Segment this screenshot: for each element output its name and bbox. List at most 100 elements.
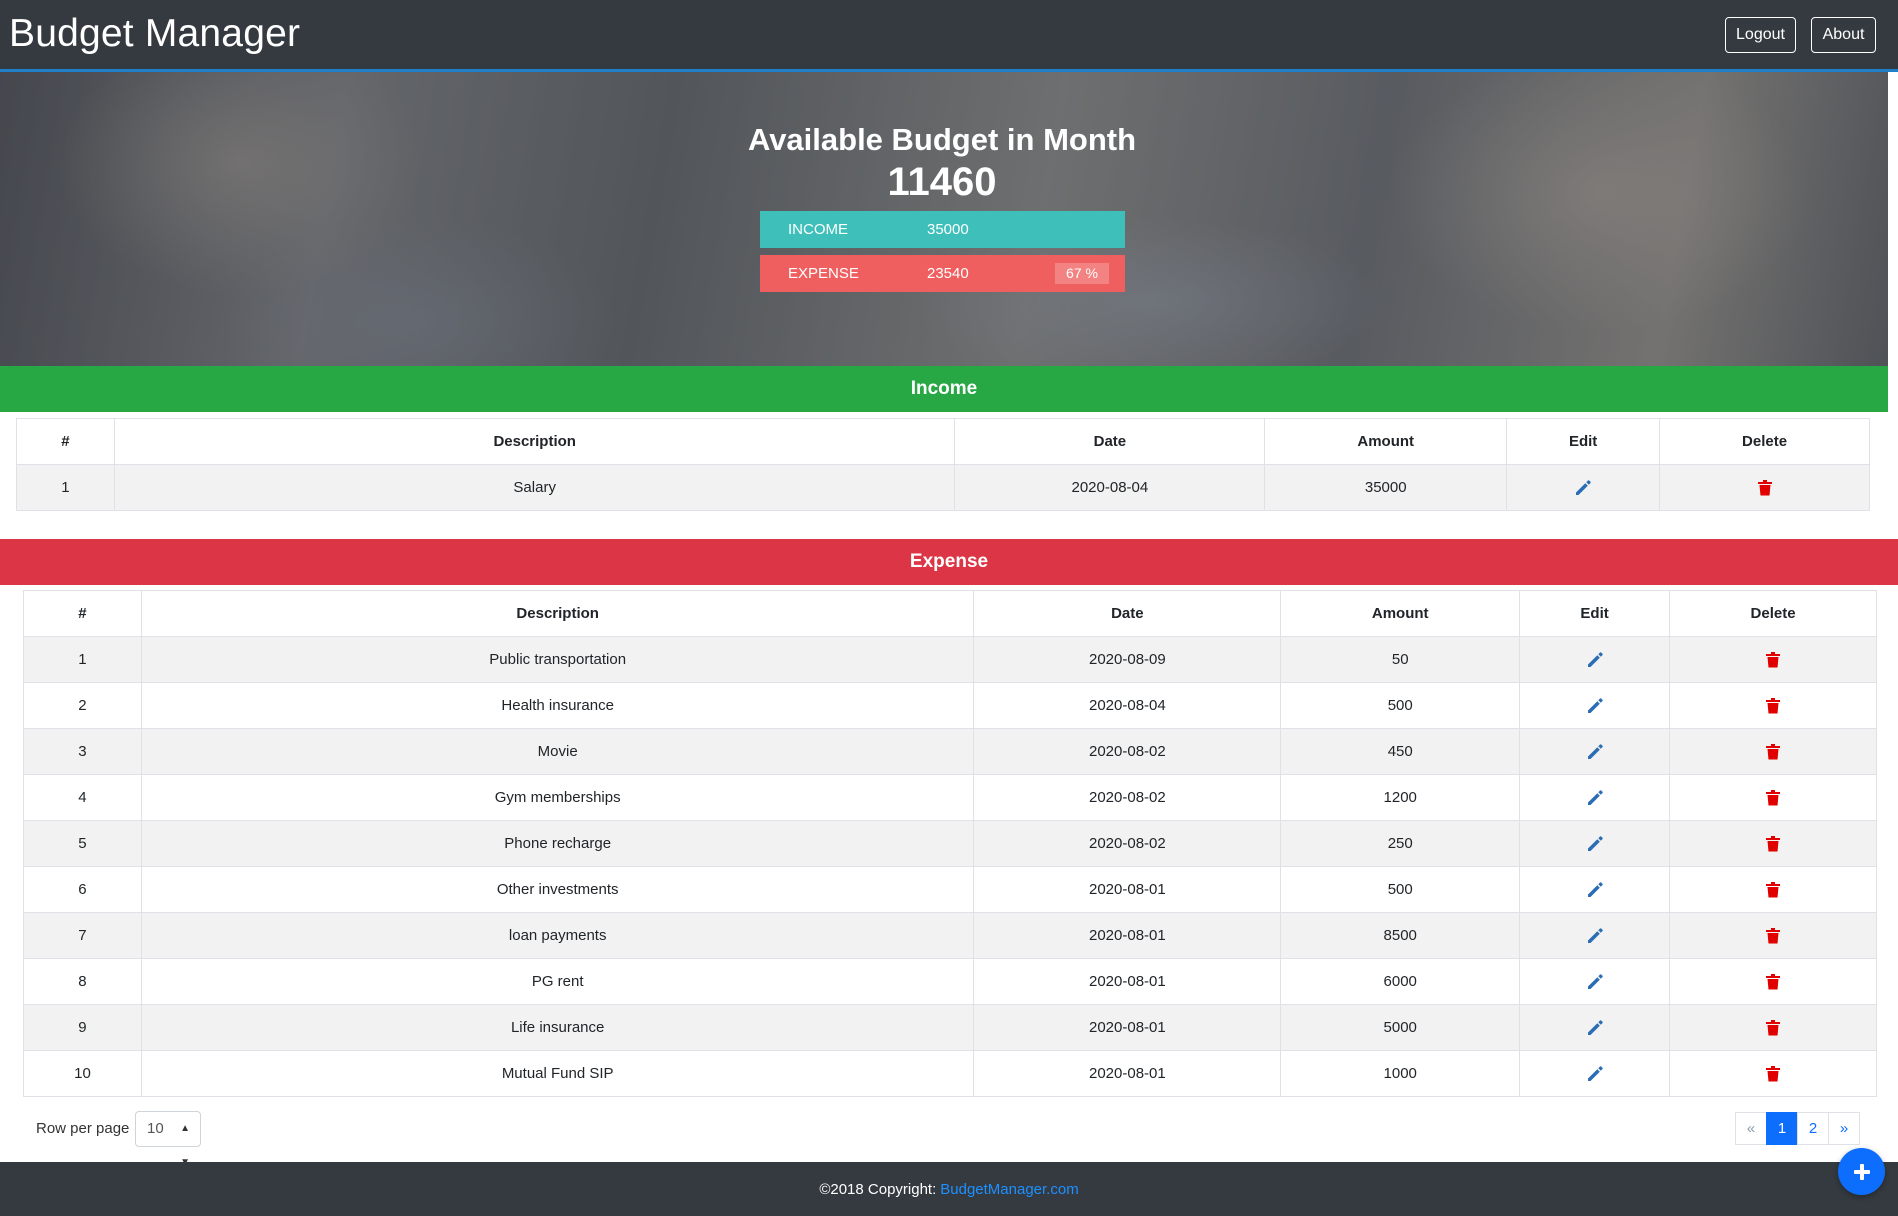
column-header-delete: Delete xyxy=(1669,590,1877,637)
expense-percent-badge: 67 % xyxy=(1055,263,1109,284)
add-entry-button[interactable] xyxy=(1838,1148,1885,1195)
delete-button[interactable] xyxy=(1766,835,1781,852)
pagination-page-1[interactable]: 1 xyxy=(1766,1112,1798,1145)
row-delete-cell xyxy=(1669,774,1877,821)
income-table: # Description Date Amount Edit Delete 1S… xyxy=(16,418,1870,511)
column-header-edit: Edit xyxy=(1519,590,1671,637)
table-row: 4 Gym memberships 2020-08-02 1200 xyxy=(23,774,1877,821)
logout-button[interactable]: Logout xyxy=(1725,17,1796,53)
delete-button[interactable] xyxy=(1766,973,1781,990)
edit-button[interactable] xyxy=(1585,742,1605,762)
column-header-description: Description xyxy=(140,590,975,637)
table-row: 1 Salary 2020-08-04 35000 xyxy=(16,464,1870,511)
row-number: 2 xyxy=(23,682,142,729)
edit-button[interactable] xyxy=(1585,696,1605,716)
row-delete-cell xyxy=(1669,820,1877,867)
row-edit-cell xyxy=(1519,866,1671,913)
pencil-icon xyxy=(1585,880,1605,897)
delete-button[interactable] xyxy=(1766,927,1781,944)
edit-button[interactable] xyxy=(1585,834,1605,854)
rows-per-page-select[interactable]: 10 ▲▼ xyxy=(135,1111,201,1168)
row-number: 6 xyxy=(23,866,142,913)
edit-button[interactable] xyxy=(1585,1064,1605,1084)
row-edit-cell xyxy=(1519,958,1671,1005)
row-amount: 500 xyxy=(1280,866,1521,913)
trash-icon xyxy=(1766,789,1781,806)
row-description: Public transportation xyxy=(140,636,975,683)
edit-button[interactable] xyxy=(1585,880,1605,900)
edit-button[interactable] xyxy=(1585,926,1605,946)
row-delete-cell xyxy=(1669,636,1877,683)
pagination: « 1 2 » xyxy=(1735,1112,1860,1145)
trash-icon xyxy=(1766,1065,1781,1082)
navbar: Budget Manager Logout About xyxy=(0,0,1898,72)
pagination-page-2[interactable]: 2 xyxy=(1797,1112,1829,1145)
trash-icon xyxy=(1766,835,1781,852)
pencil-icon xyxy=(1585,1018,1605,1035)
delete-button[interactable] xyxy=(1766,789,1781,806)
row-edit-cell xyxy=(1519,820,1671,867)
delete-button[interactable] xyxy=(1766,1019,1781,1036)
row-edit-cell xyxy=(1519,682,1671,729)
row-delete-cell xyxy=(1669,728,1877,775)
footer-link[interactable]: BudgetManager.com xyxy=(940,1181,1078,1198)
row-date: 2020-08-04 xyxy=(954,464,1266,511)
column-header-edit: Edit xyxy=(1506,418,1661,465)
delete-button[interactable] xyxy=(1766,697,1781,714)
table-row: 10 Mutual Fund SIP 2020-08-01 1000 xyxy=(23,1050,1877,1097)
about-button[interactable]: About xyxy=(1811,17,1876,53)
row-delete-cell xyxy=(1659,464,1870,511)
row-description: Movie xyxy=(140,728,975,775)
delete-button[interactable] xyxy=(1766,651,1781,668)
trash-icon xyxy=(1766,927,1781,944)
income-summary-label: INCOME xyxy=(788,221,848,238)
delete-button[interactable] xyxy=(1757,479,1772,496)
delete-button[interactable] xyxy=(1766,743,1781,760)
row-date: 2020-08-02 xyxy=(973,820,1282,867)
row-number: 4 xyxy=(23,774,142,821)
expense-summary-bar: EXPENSE 23540 67 % xyxy=(760,255,1125,292)
row-number: 9 xyxy=(23,1004,142,1051)
table-row: 2 Health insurance 2020-08-04 500 xyxy=(23,682,1877,729)
rows-per-page-label: Row per page xyxy=(36,1120,130,1137)
edit-button[interactable] xyxy=(1585,1018,1605,1038)
row-description: Life insurance xyxy=(140,1004,975,1051)
trash-icon xyxy=(1766,1019,1781,1036)
row-number: 5 xyxy=(23,820,142,867)
expense-summary-label: EXPENSE xyxy=(788,265,859,282)
pencil-icon xyxy=(1585,1064,1605,1081)
edit-button[interactable] xyxy=(1585,788,1605,808)
edit-button[interactable] xyxy=(1585,972,1605,992)
delete-button[interactable] xyxy=(1766,1065,1781,1082)
row-amount: 450 xyxy=(1280,728,1521,775)
row-edit-cell xyxy=(1519,636,1671,683)
row-delete-cell xyxy=(1669,1004,1877,1051)
pagination-next[interactable]: » xyxy=(1828,1112,1860,1145)
edit-button[interactable] xyxy=(1573,478,1593,498)
delete-button[interactable] xyxy=(1766,881,1781,898)
row-number: 8 xyxy=(23,958,142,1005)
row-date: 2020-08-01 xyxy=(973,866,1282,913)
row-date: 2020-08-09 xyxy=(973,636,1282,683)
column-header-amount: Amount xyxy=(1264,418,1508,465)
row-delete-cell xyxy=(1669,866,1877,913)
table-row: 5 Phone recharge 2020-08-02 250 xyxy=(23,820,1877,867)
expense-summary-value: 23540 xyxy=(927,265,969,282)
column-header-delete: Delete xyxy=(1659,418,1870,465)
trash-icon xyxy=(1766,697,1781,714)
trash-icon xyxy=(1766,651,1781,668)
column-header-date: Date xyxy=(973,590,1282,637)
row-description: Other investments xyxy=(140,866,975,913)
edit-button[interactable] xyxy=(1585,650,1605,670)
budget-hero: Available Budget in Month 11460 INCOME 3… xyxy=(0,72,1888,366)
table-row: 8 PG rent 2020-08-01 6000 xyxy=(23,958,1877,1005)
column-header-date: Date xyxy=(954,418,1266,465)
app-brand[interactable]: Budget Manager xyxy=(9,12,300,56)
row-description: Salary xyxy=(113,464,956,511)
row-date: 2020-08-01 xyxy=(973,958,1282,1005)
row-delete-cell xyxy=(1669,958,1877,1005)
row-date: 2020-08-02 xyxy=(973,728,1282,775)
table-row: 1 Public transportation 2020-08-09 50 xyxy=(23,636,1877,683)
pagination-prev[interactable]: « xyxy=(1735,1112,1767,1145)
row-number: 1 xyxy=(16,464,115,511)
